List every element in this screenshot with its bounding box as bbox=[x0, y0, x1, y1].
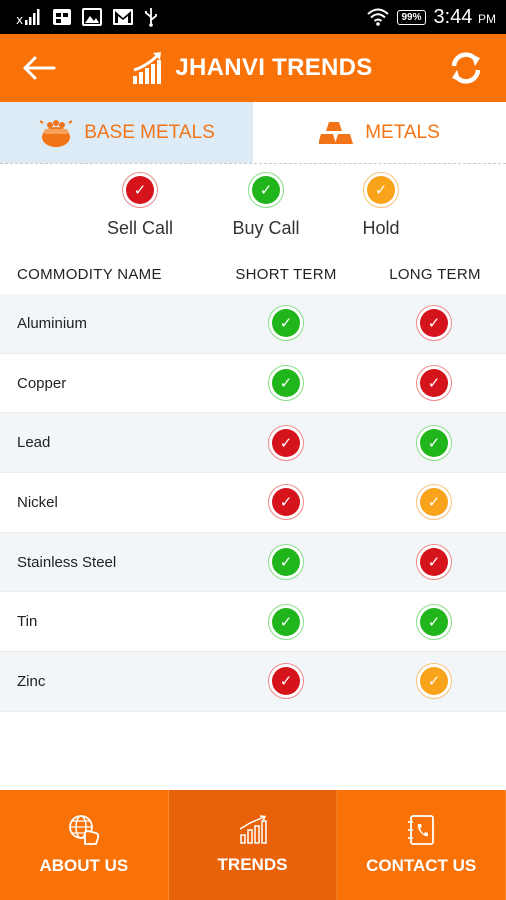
legend-sell-call-label: Sell Call bbox=[106, 218, 174, 238]
commodity-name: Zinc bbox=[17, 672, 46, 690]
usb-icon bbox=[144, 7, 158, 27]
short-term-status-icon: ✓ bbox=[268, 305, 304, 342]
table-header: COMMODITY NAME SHORT TERM LONG TERM bbox=[0, 254, 506, 294]
brand-logo-icon bbox=[133, 52, 162, 84]
header-commodity-name: COMMODITY NAME bbox=[17, 265, 162, 283]
trend-chart-icon bbox=[239, 815, 267, 844]
header-short-term: SHORT TERM bbox=[235, 265, 337, 283]
status-left: x bbox=[16, 7, 158, 27]
table-row[interactable]: Tin ✓ ✓ bbox=[0, 592, 506, 653]
table-row[interactable]: Stainless Steel ✓ ✓ bbox=[0, 532, 506, 593]
short-term-status-icon: ✓ bbox=[268, 424, 304, 461]
image-icon bbox=[82, 8, 102, 26]
long-term-status-icon: ✓ bbox=[416, 365, 452, 402]
app-title: JHANVI TRENDS bbox=[175, 54, 373, 81]
table-row[interactable]: Copper ✓ ✓ bbox=[0, 354, 506, 414]
tab-base-metals-label: BASE METALS bbox=[84, 121, 215, 143]
header-long-term: LONG TERM bbox=[389, 265, 481, 283]
app-bar: JHANVI TRENDS bbox=[0, 34, 506, 102]
clock-ampm: PM bbox=[478, 11, 496, 26]
hold-icon: ✓ bbox=[363, 172, 399, 208]
short-term-status-icon: ✓ bbox=[268, 663, 304, 700]
table-row[interactable]: Lead ✓ ✓ bbox=[0, 413, 506, 474]
bottom-nav: ABOUT US TRENDS CONTACT US bbox=[0, 790, 506, 900]
phone-book-icon bbox=[408, 815, 435, 845]
commodity-name: Nickel bbox=[17, 493, 58, 511]
status-bar: x 99% 3:44 PM bbox=[0, 0, 506, 34]
short-term-status-icon: ✓ bbox=[268, 603, 304, 640]
commodity-name: Tin bbox=[17, 613, 38, 631]
tab-metals[interactable]: METALS bbox=[253, 102, 506, 163]
long-term-status-icon: ✓ bbox=[416, 424, 452, 461]
legend-hold: ✓ Hold bbox=[321, 172, 441, 239]
svg-text:x: x bbox=[16, 13, 23, 26]
legend-buy-call-label: Buy Call bbox=[232, 218, 300, 238]
nav-about-us-label: ABOUT US bbox=[39, 856, 129, 875]
app-brand: JHANVI TRENDS bbox=[131, 50, 372, 86]
commodity-table: Aluminium ✓ ✓ Copper ✓ ✓ Lead ✓ ✓ Nickel… bbox=[0, 294, 506, 712]
long-term-status-icon: ✓ bbox=[416, 484, 452, 521]
short-term-status-icon: ✓ bbox=[268, 365, 304, 402]
legend-sell-call: ✓ Sell Call bbox=[80, 172, 200, 239]
nav-about-us[interactable]: ABOUT US bbox=[0, 790, 169, 900]
globe-hand-icon bbox=[68, 815, 99, 845]
nav-contact-us[interactable]: CONTACT US bbox=[337, 790, 506, 900]
commodity-name: Aluminium bbox=[17, 314, 88, 332]
long-term-status-icon: ✓ bbox=[416, 603, 452, 640]
long-term-status-icon: ✓ bbox=[416, 663, 452, 700]
status-right: 99% 3:44 PM bbox=[367, 6, 496, 29]
short-term-status-icon: ✓ bbox=[268, 544, 304, 581]
battery-indicator: 99% bbox=[397, 9, 426, 25]
commodity-name: Stainless Steel bbox=[17, 553, 117, 571]
long-term-status-icon: ✓ bbox=[416, 305, 452, 342]
clock: 3:44 PM bbox=[434, 6, 497, 29]
commodity-name: Copper bbox=[17, 374, 67, 392]
short-term-status-icon: ✓ bbox=[268, 484, 304, 521]
nav-contact-us-label: CONTACT US bbox=[366, 856, 477, 875]
calendar-app-icon bbox=[52, 7, 72, 27]
tab-base-metals[interactable]: BASE METALS bbox=[0, 102, 253, 163]
legend-hold-label: Hold bbox=[362, 218, 400, 238]
metal-pot-icon bbox=[39, 119, 73, 147]
wifi-icon bbox=[367, 8, 390, 26]
back-button[interactable] bbox=[22, 55, 56, 81]
long-term-status-icon: ✓ bbox=[416, 544, 452, 581]
legend: ✓ Sell Call ✓ Buy Call ✓ Hold bbox=[0, 166, 506, 254]
gmail-icon bbox=[112, 8, 134, 26]
table-row[interactable]: Nickel ✓ ✓ bbox=[0, 473, 506, 533]
no-signal-icon: x bbox=[16, 8, 42, 26]
gold-bars-icon bbox=[319, 121, 354, 144]
table-row[interactable]: Zinc ✓ ✓ bbox=[0, 652, 506, 712]
back-arrow-icon bbox=[23, 56, 56, 80]
nav-trends-label: TRENDS bbox=[217, 855, 288, 874]
refresh-button[interactable] bbox=[448, 50, 484, 86]
sell-call-icon: ✓ bbox=[122, 172, 158, 208]
nav-trends[interactable]: TRENDS bbox=[168, 790, 338, 900]
table-row[interactable]: Aluminium ✓ ✓ bbox=[0, 294, 506, 354]
tab-metals-label: METALS bbox=[365, 121, 440, 143]
refresh-icon bbox=[451, 52, 481, 84]
legend-buy-call: ✓ Buy Call bbox=[206, 172, 326, 239]
clock-time: 3:44 bbox=[433, 5, 473, 28]
buy-call-icon: ✓ bbox=[248, 172, 284, 208]
category-tabs: BASE METALS METALS bbox=[0, 102, 506, 164]
commodity-name: Lead bbox=[17, 434, 51, 452]
